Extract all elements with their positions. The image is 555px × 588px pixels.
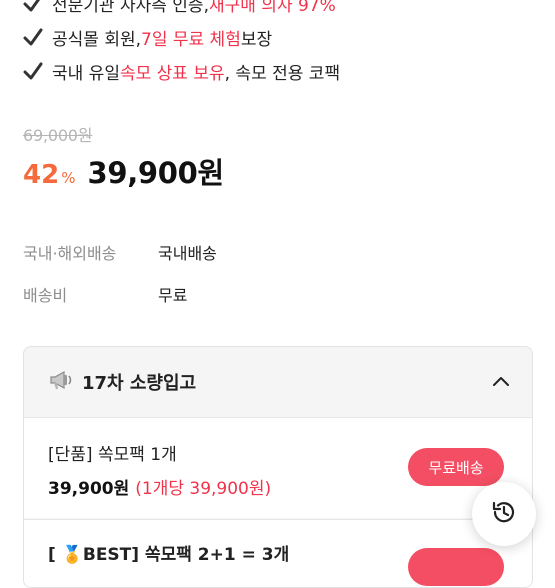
check-icon — [22, 60, 44, 82]
options-panel: 17차 소량입고 [단품] 쏙모팩 1개 39,900원 (1개당 39,900원… — [23, 346, 533, 588]
check-icon — [22, 26, 44, 48]
discount-rate: 42 — [23, 160, 60, 190]
option-unit-price: (1개당 39,900원) — [135, 479, 272, 499]
check-icon — [22, 0, 44, 14]
benefit-rest: 보장 — [240, 29, 273, 50]
benefit-item: 공식몰 회원, 7일 무료 체험 보장 — [22, 20, 542, 54]
options-panel-header[interactable]: 17차 소량입고 — [24, 347, 532, 417]
benefit-highlight: 재구매 의사 97% — [208, 0, 336, 16]
benefit-item: 전문기관 자사측 인증, 재구매 의사 97% — [22, 0, 542, 20]
price-block: 69,000원 42 % 39,900원 — [23, 122, 224, 192]
chevron-up-icon[interactable] — [490, 371, 512, 393]
benefit-text: 국내 유일 — [52, 63, 120, 84]
shipping-type-value: 국내배송 — [158, 244, 217, 263]
option-price-row: 39,900원 (1개당 39,900원) — [48, 474, 271, 499]
benefit-rest: , 속모 전용 코팩 — [224, 63, 341, 84]
original-price: 69,000원 — [23, 126, 93, 145]
discount-percent-sign: % — [61, 169, 76, 187]
benefit-list: 전문기관 자사측 인증, 재구매 의사 97% 공식몰 회원, 7일 무료 체험… — [22, 0, 542, 88]
shipping-fee-label: 배송비 — [23, 286, 68, 305]
shipping-fee-row: 배송비 무료 — [23, 282, 187, 306]
price-row: 42 % 39,900원 — [23, 150, 224, 192]
shipping-type-label: 국내·해외배송 — [23, 244, 117, 263]
benefit-highlight: 속모 상표 보유 — [119, 63, 225, 84]
history-icon — [489, 497, 519, 531]
options-panel-title: 17차 소량입고 — [82, 373, 197, 394]
option-price: 39,900원 — [48, 479, 130, 499]
benefit-text: 전문기관 자사측 인증, — [52, 0, 209, 16]
option-name: [ 🏅BEST] 쏙모팩 2+1 = 3개 — [48, 545, 290, 565]
shipping-type-row: 국내·해외배송 국내배송 — [23, 240, 217, 264]
final-price: 39,900원 — [87, 156, 224, 190]
option-badge — [408, 548, 504, 586]
megaphone-icon — [48, 368, 74, 396]
recent-history-button[interactable] — [472, 482, 536, 546]
benefit-item: 국내 유일 속모 상표 보유, 속모 전용 코팩 — [22, 54, 542, 88]
free-shipping-badge: 무료배송 — [408, 448, 504, 486]
option-card[interactable]: [단품] 쏙모팩 1개 39,900원 (1개당 39,900원) 무료배송 — [24, 417, 532, 518]
shipping-fee-value: 무료 — [158, 286, 188, 305]
option-name: [단품] 쏙모팩 1개 — [48, 445, 177, 465]
option-card[interactable]: [ 🏅BEST] 쏙모팩 2+1 = 3개 — [24, 519, 532, 587]
benefit-highlight: 7일 무료 체험 — [141, 29, 241, 50]
benefit-text: 공식몰 회원, — [52, 29, 142, 50]
